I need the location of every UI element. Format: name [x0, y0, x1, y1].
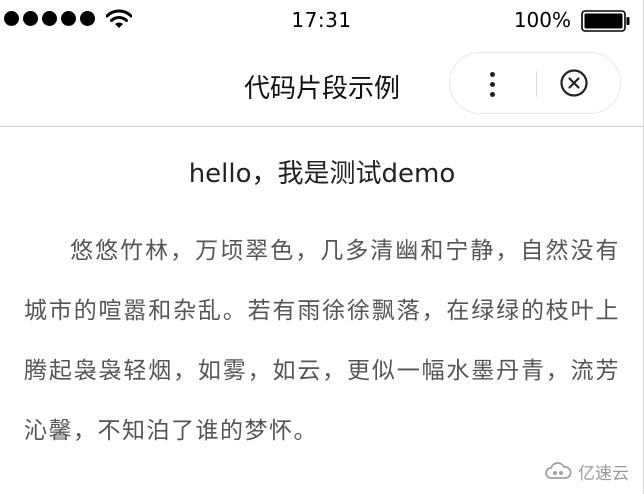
status-bar: 17:31 100% [0, 0, 643, 42]
cloud-logo-icon [545, 461, 572, 479]
battery-percent: 100% [513, 8, 571, 32]
watermark: 亿速云 [543, 459, 629, 484]
battery-icon [581, 10, 630, 32]
close-circle-icon[interactable] [558, 67, 590, 99]
more-dots-icon[interactable] [470, 62, 514, 106]
mini-program-screen: 17:31 100% 代码片段示例 hello，我是测试demo 悠悠竹林，万顷… [0, 0, 644, 494]
capsule-button-group [449, 52, 621, 114]
watermark-text: 亿速云 [578, 464, 629, 484]
navigation-bar: 代码片段示例 [0, 42, 643, 127]
content-paragraph: 悠悠竹林，万顷翠色，几多清幽和宁静，自然没有城市的喧嚣和杂乱。若有雨徐徐飘落，在… [24, 238, 620, 444]
capsule-divider [536, 71, 537, 97]
content-heading: hello，我是测试demo [188, 159, 456, 189]
